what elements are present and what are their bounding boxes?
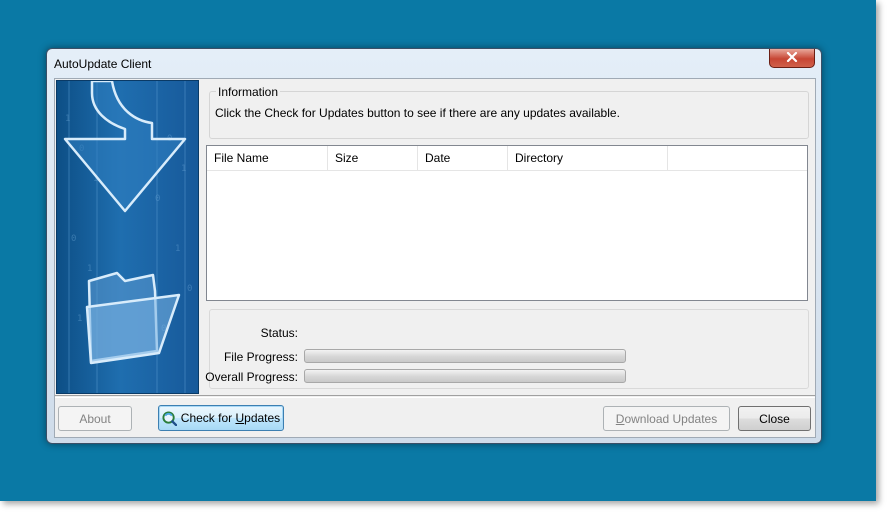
file-progress-label: File Progress:: [223, 350, 298, 364]
main-content: Information Click the Check for Updates …: [203, 79, 815, 395]
file-list-header: File Name Size Date Directory: [207, 146, 807, 171]
file-progress-bar: [304, 349, 626, 363]
status-label: Status:: [260, 326, 298, 340]
information-message: Click the Check for Updates button to se…: [215, 106, 620, 120]
svg-text:1: 1: [175, 244, 180, 254]
update-file-list[interactable]: File Name Size Date Directory: [206, 145, 808, 301]
svg-text:0: 0: [155, 194, 160, 204]
window-close-button[interactable]: [769, 49, 815, 68]
download-updates-button[interactable]: Download Updates: [603, 406, 730, 431]
svg-text:1: 1: [77, 314, 82, 324]
side-banner: 101 010 011 010: [56, 80, 199, 394]
check-updates-icon: [162, 410, 177, 426]
title-bar[interactable]: AutoUpdate Client: [47, 49, 821, 77]
client-area: 101 010 011 010 Inf: [54, 78, 816, 438]
column-file-name[interactable]: File Name: [207, 146, 328, 170]
svg-text:1: 1: [181, 164, 186, 174]
column-size[interactable]: Size: [328, 146, 418, 170]
information-label: Information: [216, 85, 281, 99]
svg-text:1: 1: [65, 114, 70, 124]
button-separator: [55, 395, 815, 398]
window-title: AutoUpdate Client: [54, 57, 152, 71]
svg-text:0: 0: [187, 284, 192, 294]
close-icon: [786, 51, 798, 65]
status-group: Status: File Progress: Overall Progress:: [205, 309, 809, 389]
information-group: Information Click the Check for Updates …: [209, 85, 809, 139]
about-button[interactable]: About: [58, 406, 132, 431]
svg-text:0: 0: [71, 234, 76, 244]
column-directory[interactable]: Directory: [508, 146, 668, 170]
download-updates-label: Download Updates: [615, 411, 718, 426]
check-for-updates-button[interactable]: Check for Updates: [158, 405, 284, 431]
column-date[interactable]: Date: [418, 146, 508, 170]
close-button-label: Close: [759, 411, 790, 426]
folder-icon: [85, 271, 181, 365]
down-arrow-icon: [63, 81, 187, 213]
autoupdate-window: AutoUpdate Client 101 010 011 010: [46, 48, 822, 444]
about-button-label: About: [79, 411, 111, 426]
banner-art: 101 010 011 010: [63, 81, 192, 393]
close-button[interactable]: Close: [738, 406, 811, 431]
check-for-updates-label: Check for Updates: [180, 411, 281, 425]
overall-progress-bar: [304, 369, 626, 383]
overall-progress-label: Overall Progress:: [205, 370, 298, 384]
svg-text:1: 1: [87, 264, 92, 274]
